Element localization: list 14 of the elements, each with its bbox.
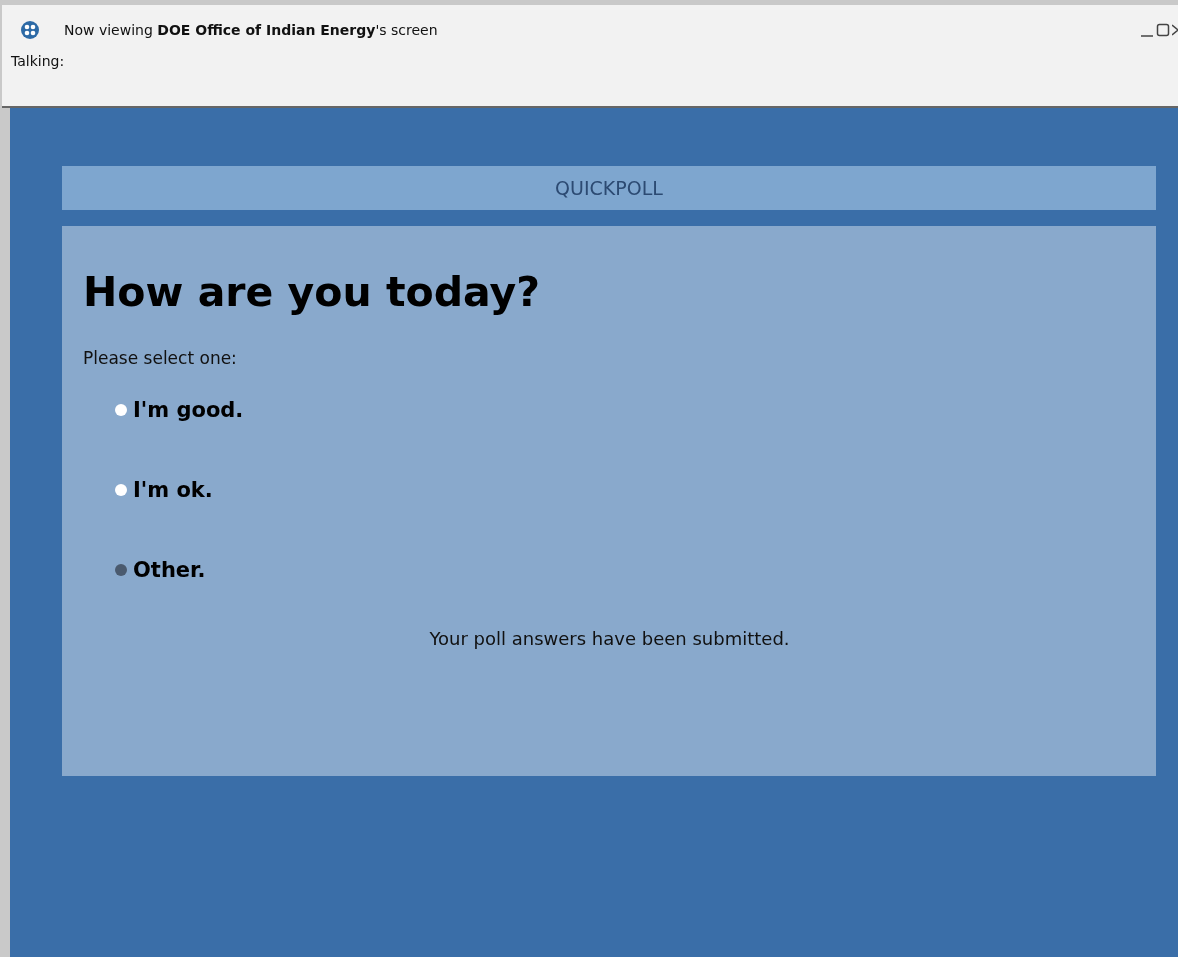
talking-label: Talking: — [11, 53, 66, 69]
option-label[interactable]: I'm ok. — [133, 478, 213, 502]
option-label[interactable]: I'm good. — [133, 398, 244, 422]
submission-message: Your poll answers have been submitted. — [428, 628, 791, 649]
radio-button[interactable] — [115, 564, 127, 576]
option-label[interactable]: Other. — [133, 558, 206, 582]
poll-header: QUICKPOLL — [62, 166, 1156, 210]
window-title: Now viewing DOE Office of Indian Energy's screen — [64, 22, 438, 38]
radio-button[interactable] — [115, 484, 127, 496]
maximize-icon[interactable] — [1156, 22, 1170, 38]
radio-button[interactable] — [115, 404, 127, 416]
app-logo-icon — [20, 20, 40, 40]
poll-question: How are you today? — [83, 268, 541, 316]
poll-instruction: Please select one: — [83, 348, 238, 368]
